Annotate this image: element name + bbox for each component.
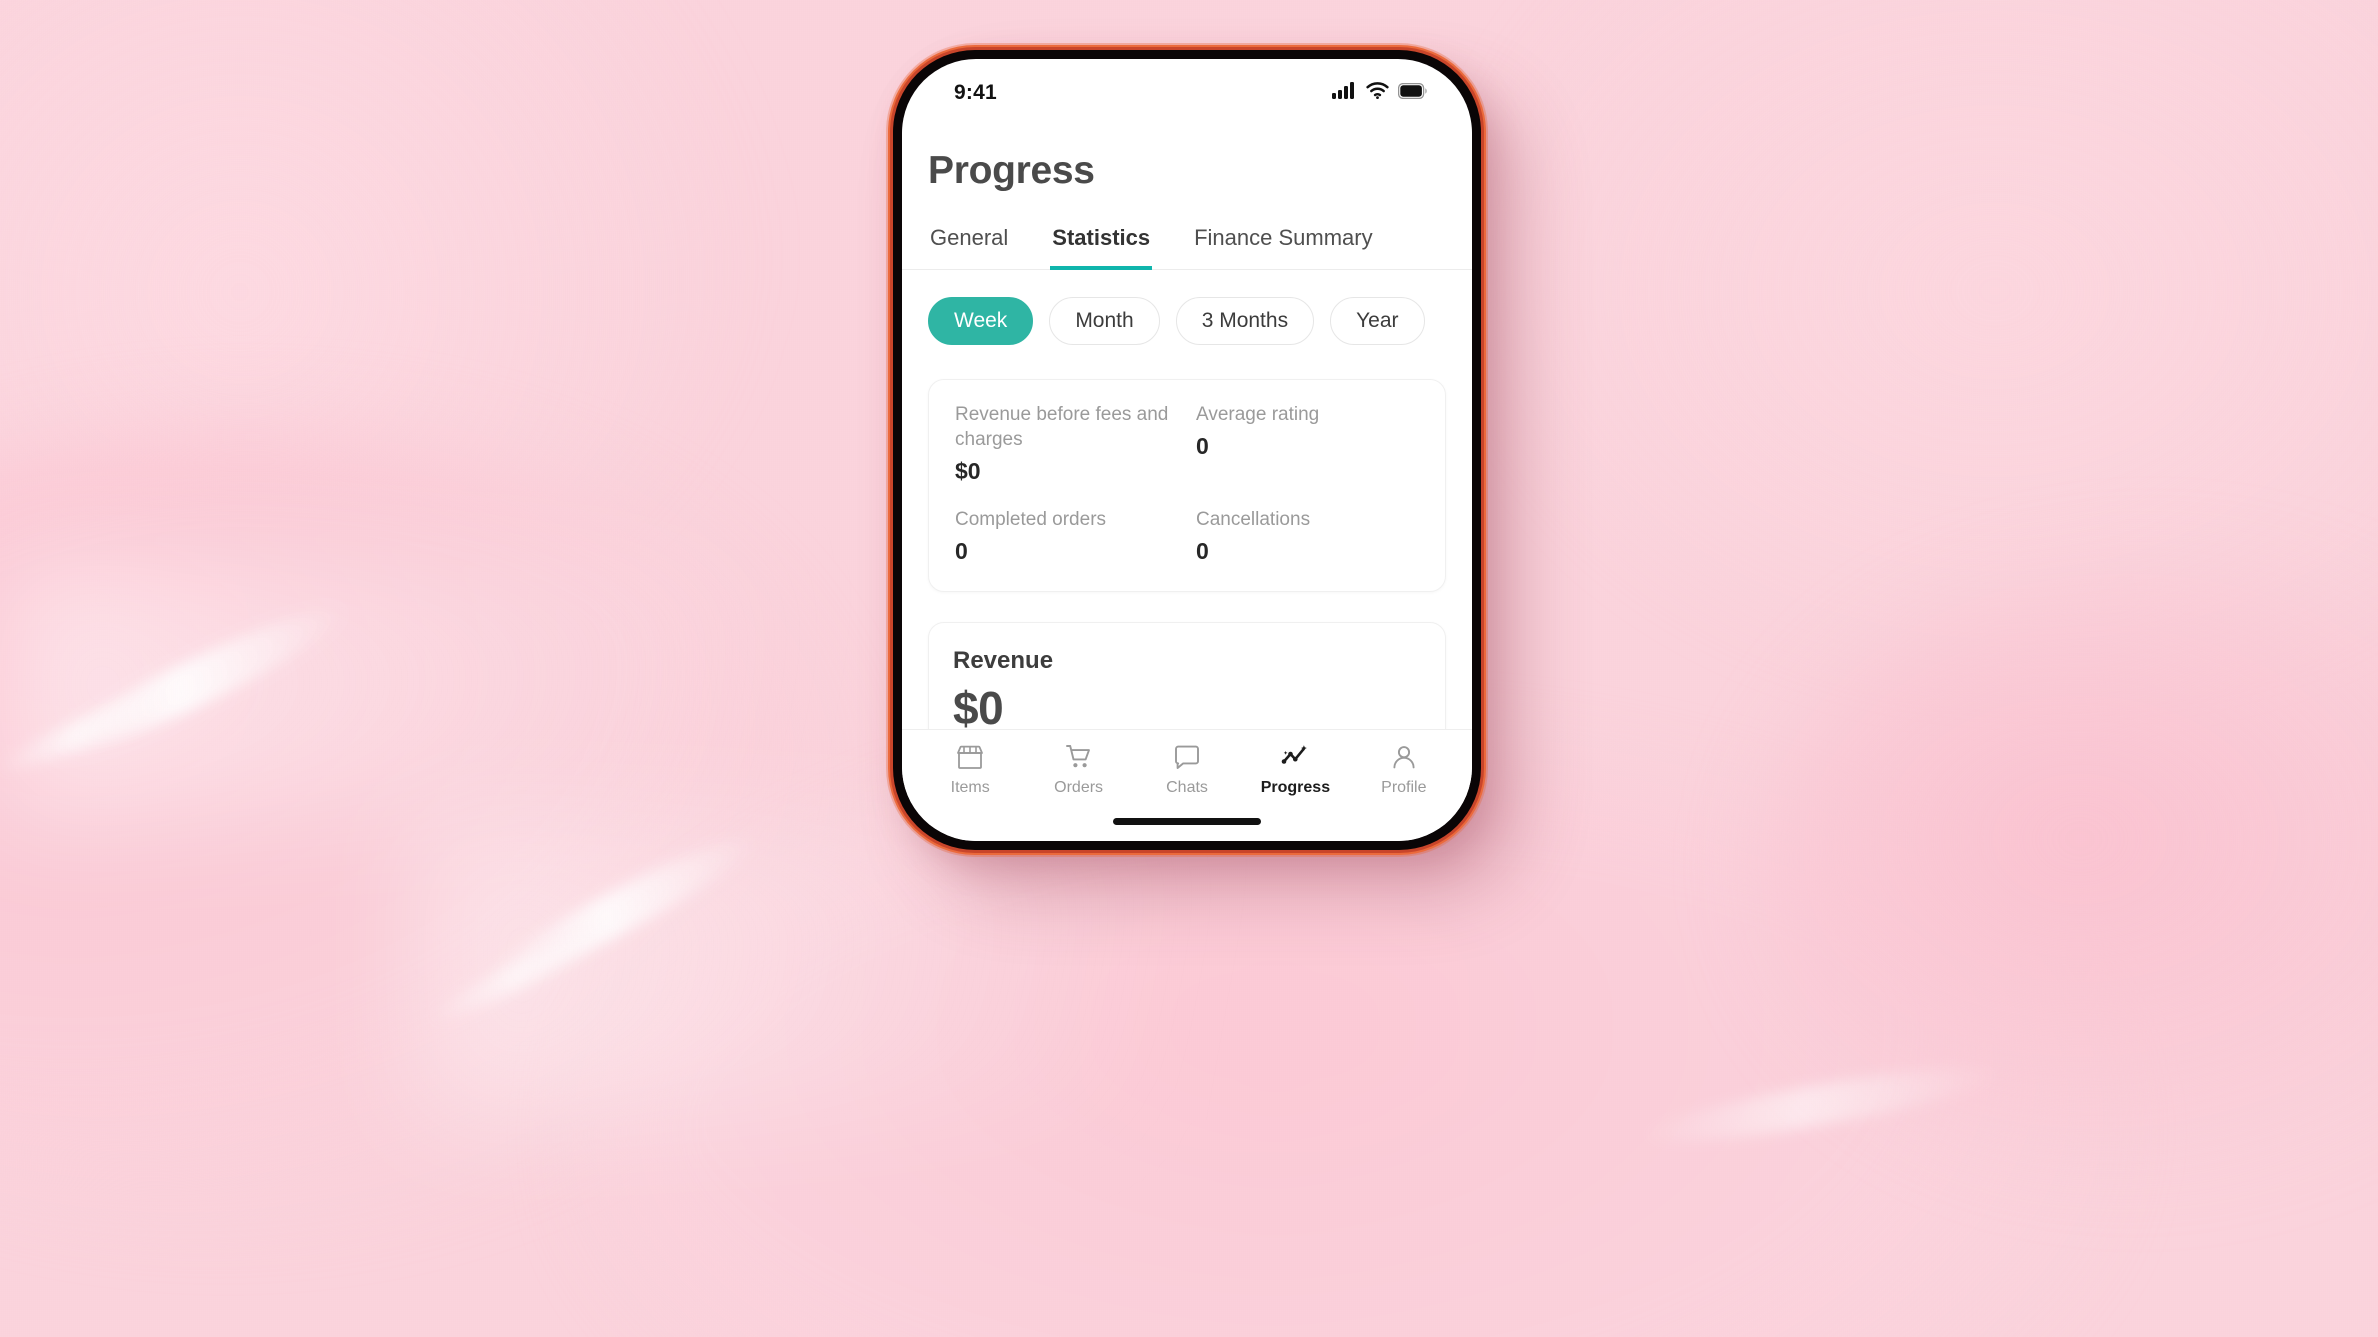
tab-finance-summary[interactable]: Finance Summary — [1192, 225, 1375, 270]
nav-item-label: Items — [950, 779, 990, 796]
nav-item-chats[interactable]: Chats — [1133, 742, 1241, 801]
cellular-signal-icon — [1332, 82, 1357, 104]
background-highlight — [0, 680, 178, 782]
phone-screen: 9:41 Progress General Statistics Finance… — [902, 59, 1472, 841]
stat-value: 0 — [955, 538, 968, 565]
nav-item-label: Progress — [1260, 779, 1331, 796]
stat-cancellations: Cancellations 0 — [1196, 507, 1419, 565]
stat-label: Completed orders — [955, 509, 1107, 531]
status-bar-icons — [1332, 82, 1428, 104]
period-pill-year[interactable]: Year — [1330, 297, 1425, 345]
page-background: 9:41 Progress General Statistics Finance… — [0, 0, 2378, 1337]
period-pill-3-months[interactable]: 3 Months — [1175, 297, 1315, 345]
stat-label: Average rating — [1196, 404, 1320, 425]
battery-icon — [1397, 82, 1428, 104]
summary-stats-grid: Revenue before fees and charges $0 Avera… — [955, 402, 1419, 565]
stat-label: Revenue before fees and charges — [955, 404, 1169, 451]
nav-item-orders[interactable]: Orders — [1024, 742, 1132, 801]
nav-item-label: Profile — [1381, 779, 1427, 796]
status-bar: 9:41 — [902, 59, 1472, 113]
revenue-card-title: Revenue — [953, 647, 1054, 675]
stat-value: 0 — [1196, 538, 1209, 565]
background-blob — [0, 430, 840, 1210]
tab-statistics[interactable]: Statistics — [1050, 225, 1153, 270]
wifi-icon — [1366, 82, 1389, 104]
background-highlight — [36, 589, 354, 777]
home-indicator[interactable] — [1113, 817, 1261, 825]
stat-average-rating: Average rating 0 — [1196, 402, 1419, 485]
stat-value: 0 — [1196, 433, 1209, 460]
scroll-content: Week Month 3 Months Year Revenue before … — [902, 270, 1472, 729]
background-highlight — [1639, 1054, 2001, 1156]
background-blob — [1760, 560, 2378, 1180]
background-blob — [0, 0, 740, 620]
nav-item-profile[interactable]: Profile — [1350, 742, 1458, 801]
revenue-card-amount: $0 — [953, 682, 1004, 729]
summary-stats-card: Revenue before fees and charges $0 Avera… — [928, 379, 1446, 593]
background-highlight — [477, 822, 763, 1000]
revenue-card: Revenue $0 $0 (0 %) for the last week Re… — [928, 622, 1446, 729]
stat-value: $0 — [955, 458, 981, 485]
background-sheen — [420, 820, 1520, 1120]
period-pill-month[interactable]: Month — [1049, 297, 1160, 345]
phone-device-frame: 9:41 Progress General Statistics Finance… — [893, 50, 1481, 850]
status-bar-clock: 9:41 — [954, 81, 997, 104]
nav-item-label: Orders — [1054, 779, 1104, 796]
period-filter-group: Week Month 3 Months Year — [928, 297, 1472, 345]
background-highlight — [424, 915, 626, 1031]
stat-revenue-before-fees: Revenue before fees and charges $0 — [955, 402, 1178, 485]
stat-completed-orders: Completed orders 0 — [955, 507, 1178, 565]
page-title: Progress — [928, 149, 1095, 192]
background-blob — [1500, 0, 2378, 660]
nav-item-progress[interactable]: Progress — [1241, 742, 1349, 801]
storefront-icon — [956, 742, 984, 772]
line-chart-sparkle-icon — [1280, 742, 1310, 772]
nav-item-items[interactable]: Items — [916, 742, 1024, 801]
person-icon — [1390, 742, 1418, 772]
bottom-navigation-bar: Items Orders Chats Progress Profile — [902, 729, 1472, 801]
tab-bar: General Statistics Finance Summary — [902, 225, 1472, 270]
home-indicator-area — [902, 801, 1472, 841]
period-pill-week[interactable]: Week — [928, 297, 1034, 345]
tab-general[interactable]: General — [928, 225, 1010, 270]
nav-item-label: Chats — [1166, 779, 1208, 796]
cart-icon — [1065, 742, 1093, 772]
stat-label: Cancellations — [1196, 509, 1311, 531]
chat-bubble-icon — [1173, 742, 1201, 772]
